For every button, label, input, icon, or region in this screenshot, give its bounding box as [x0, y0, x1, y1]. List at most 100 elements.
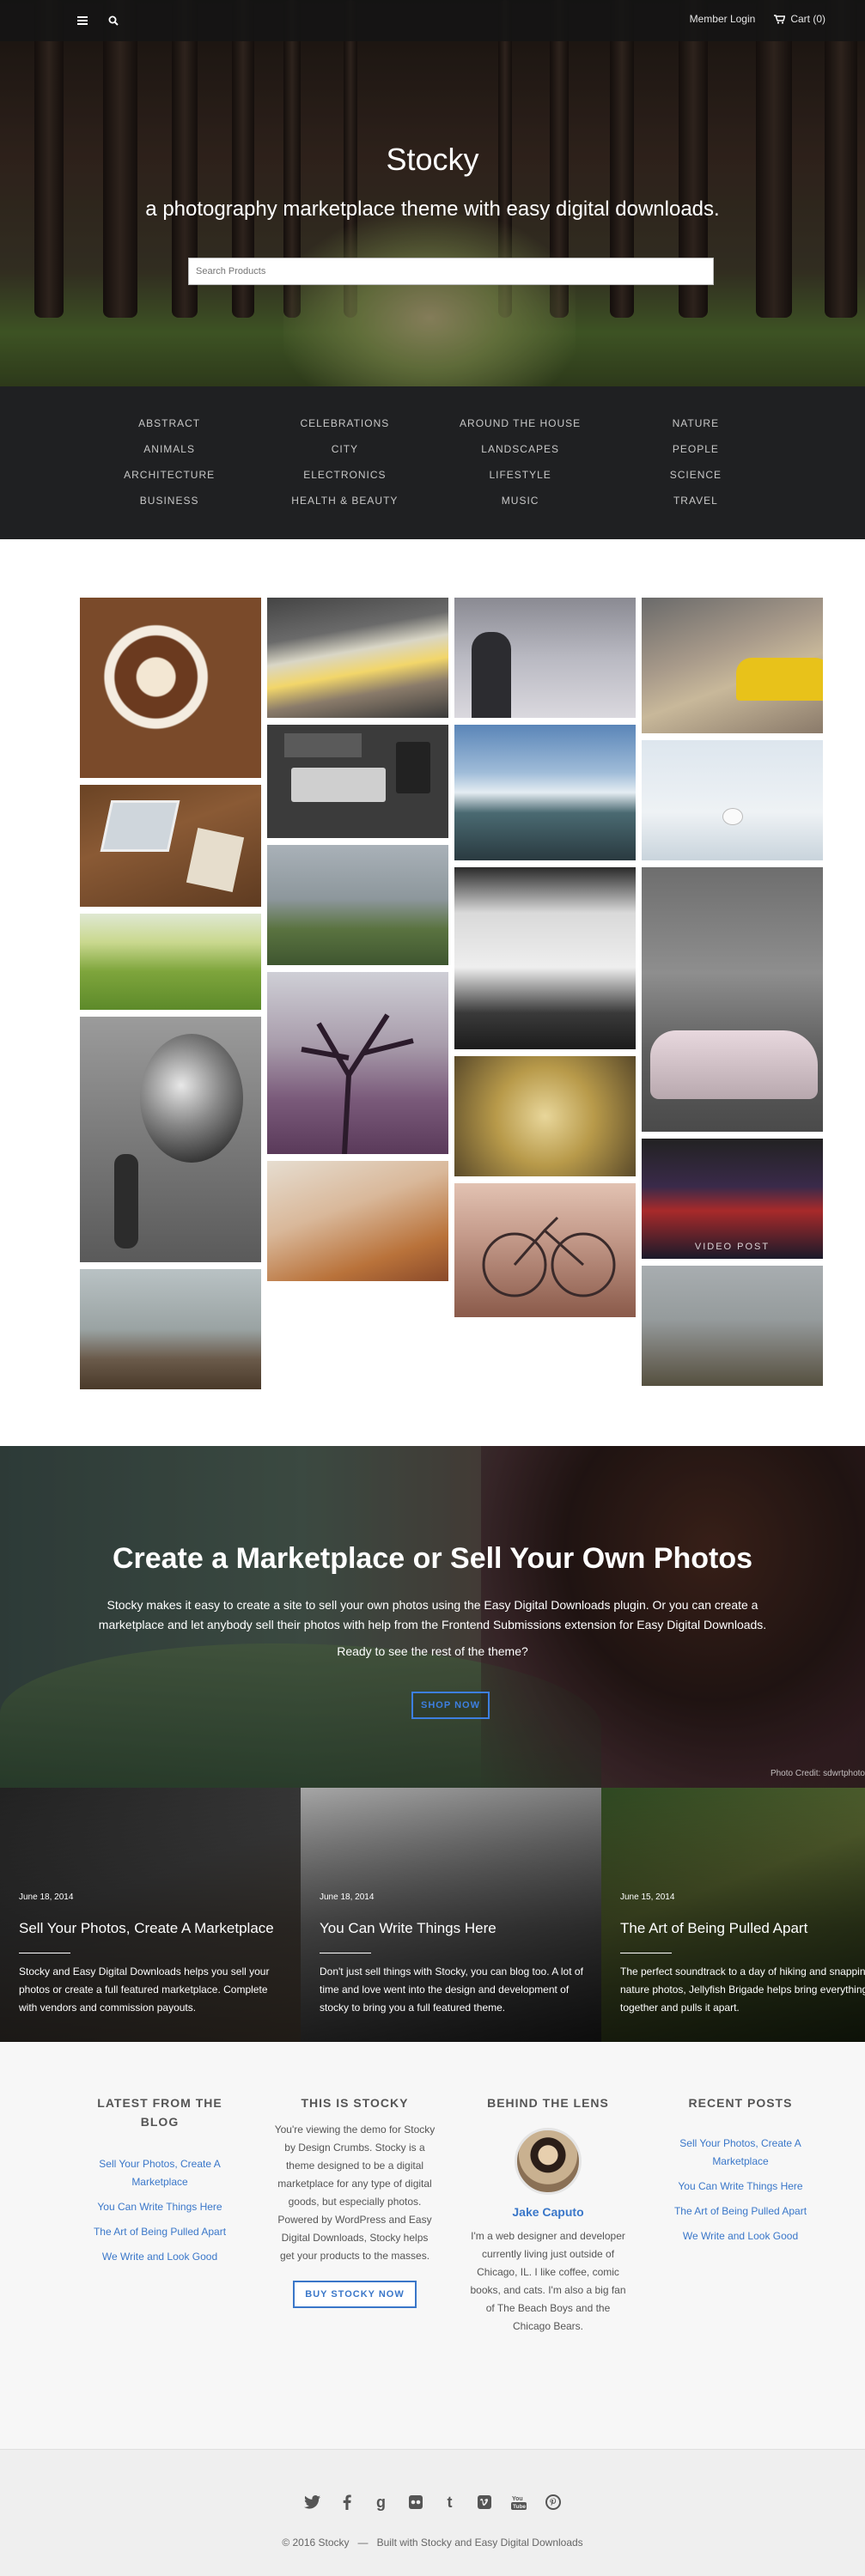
author-bio: I'm a web designer and developer current…: [470, 2230, 626, 2332]
post-card[interactable]: June 15, 2014 The Art of Being Pulled Ap…: [601, 1788, 865, 2042]
category-link[interactable]: MUSIC: [433, 494, 608, 507]
shop-now-button[interactable]: SHOP NOW: [411, 1692, 490, 1719]
post-date: June 18, 2014: [19, 1893, 74, 1902]
cafe-window-photo[interactable]: [454, 867, 636, 1049]
facebook-icon[interactable]: [338, 2493, 356, 2512]
recent-posts-widget: RECENT POSTS Sell Your Photos, Create A …: [659, 2093, 822, 2252]
category-link[interactable]: TRAVEL: [608, 494, 783, 507]
recent-post-link[interactable]: The Art of Being Pulled Apart: [659, 2202, 822, 2221]
category-link[interactable]: CELEBRATIONS: [257, 416, 432, 430]
category-link[interactable]: HEALTH & BEAUTY: [257, 494, 432, 507]
post-title[interactable]: You Can Write Things Here: [320, 1920, 496, 1937]
buy-stocky-button[interactable]: BUY STOCKY NOW: [293, 2281, 417, 2308]
blog-post-link[interactable]: We Write and Look Good: [78, 2248, 241, 2266]
foggy-tree-photo[interactable]: [267, 972, 448, 1154]
post-card[interactable]: June 18, 2014 Sell Your Photos, Create A…: [0, 1788, 301, 2042]
train-photo[interactable]: [267, 598, 448, 718]
green-hills-photo[interactable]: [80, 914, 261, 1010]
site-tagline: a photography marketplace theme with eas…: [145, 197, 720, 221]
youtube-icon[interactable]: You Tube: [510, 2493, 527, 2512]
category-link[interactable]: CITY: [257, 442, 432, 456]
blog-post-link[interactable]: Sell Your Photos, Create A Marketplace: [78, 2155, 241, 2191]
twitter-icon[interactable]: [303, 2493, 321, 2512]
recent-post-link[interactable]: Sell Your Photos, Create A Marketplace: [659, 2135, 822, 2171]
category-link[interactable]: AROUND THE HOUSE: [433, 416, 608, 430]
product-gallery: VIDEO POST: [80, 598, 823, 1389]
stationery-photo[interactable]: [267, 1161, 448, 1281]
category-link[interactable]: PEOPLE: [608, 442, 783, 456]
forest-mound-photo[interactable]: [80, 1269, 261, 1389]
featured-posts: June 18, 2014 Sell Your Photos, Create A…: [0, 1788, 865, 2042]
behind-the-lens-widget: BEHIND THE LENS Jake Caputo I'm a web de…: [466, 2093, 630, 2336]
category-link[interactable]: SCIENCE: [608, 468, 783, 482]
post-excerpt: Stocky and Easy Digital Downloads helps …: [19, 1965, 270, 2014]
category-link[interactable]: NATURE: [608, 416, 783, 430]
search-icon[interactable]: [105, 12, 122, 29]
vintage-car-photo[interactable]: [642, 867, 823, 1132]
vimeo-icon[interactable]: [476, 2493, 493, 2512]
post-date: June 15, 2014: [620, 1893, 675, 1902]
category-link[interactable]: BUSINESS: [82, 494, 257, 507]
widget-title: RECENT POSTS: [688, 2096, 793, 2110]
category-bar: ABSTRACT CELEBRATIONS AROUND THE HOUSE N…: [0, 386, 865, 539]
coffee-photo[interactable]: [80, 598, 261, 778]
cart-link[interactable]: Cart (0): [774, 13, 825, 25]
hamburger-menu-icon[interactable]: [74, 12, 91, 29]
photo-credit: Photo Credit: sdwrtphoto: [770, 1769, 865, 1778]
recent-post-link[interactable]: We Write and Look Good: [659, 2227, 822, 2245]
theme-credit-link[interactable]: Built with Stocky and Easy Digital Downl…: [377, 2537, 583, 2549]
photographer-photo[interactable]: [454, 598, 636, 718]
blog-post-link[interactable]: The Art of Being Pulled Apart: [78, 2223, 241, 2241]
cta-prompt: Ready to see the rest of the theme?: [337, 1644, 528, 1658]
category-link[interactable]: LIFESTYLE: [433, 468, 608, 482]
category-link[interactable]: ANIMALS: [82, 442, 257, 456]
copyright-separator: —: [357, 2537, 369, 2549]
author-name[interactable]: Jake Caputo: [466, 2205, 630, 2219]
tumblr-icon[interactable]: t: [442, 2493, 459, 2512]
top-navigation-bar: Member Login Cart (0): [0, 0, 865, 41]
widget-title: BEHIND THE LENS: [487, 2096, 609, 2110]
post-excerpt: The perfect soundtrack to a day of hikin…: [620, 1965, 865, 2014]
copyright-line: © 2016 Stocky — Built with Stocky and Ea…: [0, 2537, 865, 2549]
post-card[interactable]: June 18, 2014 You Can Write Things Here …: [301, 1788, 601, 2042]
product-search-input[interactable]: [188, 258, 714, 285]
cta-title: Create a Marketplace or Sell Your Own Ph…: [112, 1542, 753, 1575]
desk-gadgets-photo[interactable]: [267, 725, 448, 838]
tuba-photo[interactable]: [80, 1017, 261, 1262]
cart-icon: [774, 14, 786, 24]
google-plus-icon[interactable]: g: [373, 2493, 390, 2512]
svg-text:You: You: [512, 2496, 523, 2502]
flickr-icon[interactable]: [407, 2493, 424, 2512]
hero-overlay: [0, 0, 865, 386]
recent-post-link[interactable]: You Can Write Things Here: [659, 2178, 822, 2196]
author-avatar: [515, 2128, 582, 2195]
post-title[interactable]: Sell Your Photos, Create A Marketplace: [19, 1920, 274, 1937]
cart-label: Cart (0): [790, 13, 825, 25]
laptop-desk-photo[interactable]: [80, 785, 261, 907]
field-trees-photo[interactable]: [267, 845, 448, 965]
pinterest-icon[interactable]: [545, 2493, 562, 2512]
copyright-text: © 2016 Stocky: [282, 2537, 350, 2549]
mountain-lake-photo[interactable]: [454, 725, 636, 860]
video-post-tile[interactable]: VIDEO POST: [642, 1139, 823, 1259]
widget-title: THIS IS STOCKY: [301, 2096, 409, 2110]
pencils-photo[interactable]: [454, 1056, 636, 1176]
category-link[interactable]: ABSTRACT: [82, 416, 257, 430]
footer-widgets: LATEST FROM THE BLOG Sell Your Photos, C…: [0, 2042, 865, 2449]
hero-section: Stocky a photography marketplace theme w…: [0, 0, 865, 386]
misty-forest-photo[interactable]: [642, 1266, 823, 1386]
taxi-city-photo[interactable]: [642, 598, 823, 733]
category-link[interactable]: LANDSCAPES: [433, 442, 608, 456]
post-title[interactable]: The Art of Being Pulled Apart: [620, 1920, 807, 1937]
marketplace-cta-section: Create a Marketplace or Sell Your Own Ph…: [0, 1446, 865, 1788]
post-excerpt: Don't just sell things with Stocky, you …: [320, 1965, 583, 2014]
category-link[interactable]: ARCHITECTURE: [82, 468, 257, 482]
video-post-label: VIDEO POST: [694, 1242, 771, 1252]
blog-post-link[interactable]: You Can Write Things Here: [78, 2198, 241, 2216]
category-link[interactable]: ELECTRONICS: [257, 468, 432, 482]
member-login-link[interactable]: Member Login: [690, 13, 756, 25]
about-stocky-widget: THIS IS STOCKY You're viewing the demo f…: [273, 2093, 436, 2308]
bicycle-photo[interactable]: [454, 1183, 636, 1317]
seagull-photo[interactable]: [642, 740, 823, 860]
widget-title: LATEST FROM THE BLOG: [97, 2096, 222, 2129]
